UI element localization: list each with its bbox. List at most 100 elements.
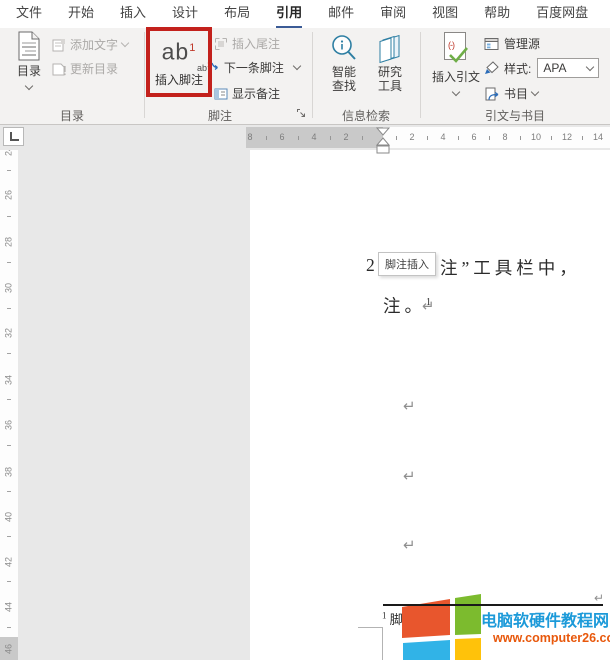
manage-sources-icon [484, 37, 500, 51]
toc-icon [17, 31, 41, 61]
paragraph-mark-icon: ↵ [403, 536, 416, 554]
add-text-button[interactable]: 添加文字 [52, 36, 128, 53]
body-text-line1-number: 2 [366, 255, 379, 276]
insert-citation-icon: (-) [441, 32, 471, 64]
group-divider [144, 32, 145, 118]
tab-home[interactable]: 开始 [55, 2, 107, 28]
v-ruler-number: 34 [4, 374, 14, 387]
v-ruler-number: 44 [4, 601, 14, 614]
v-ruler-number: 24 [4, 150, 14, 158]
v-ruler-number: 30 [4, 282, 14, 295]
smart-lookup-label-line2: 查找 [332, 79, 356, 93]
h-ruler-number: 6 [467, 132, 481, 142]
group-divider [312, 32, 313, 118]
h-ruler-number: 6 [275, 132, 289, 142]
v-ruler-number: 40 [4, 511, 14, 524]
indent-markers[interactable] [375, 127, 391, 160]
toc-button[interactable]: 目录 [8, 31, 50, 89]
smart-lookup-button[interactable]: 智能查找 [322, 33, 366, 93]
update-toc-icon [52, 62, 66, 76]
tab-layout[interactable]: 布局 [211, 2, 263, 28]
word-window: 文件 开始 插入 设计 布局 引用 邮件 审阅 视图 帮助 百度网盘 目录 [0, 0, 610, 660]
insert-endnote-button[interactable]: 插入尾注 [214, 35, 280, 52]
next-footnote-button[interactable]: ab1 下一条脚注 [197, 59, 300, 76]
manage-sources-button[interactable]: 管理源 [484, 35, 540, 52]
body-text-line2-text: 注。 [383, 296, 426, 316]
document-page[interactable]: 2 注”工具栏中， 注。1 ↵ 脚注插入 ↵ ↵ ↵ ↵ 1 脚注插入 电脑软硬… [250, 150, 610, 660]
tab-review-label: 审阅 [380, 2, 406, 29]
tab-help-label: 帮助 [484, 2, 510, 29]
paragraph-mark-icon: ↵ [422, 297, 435, 315]
tab-mailings-label: 邮件 [328, 2, 354, 29]
bibliography-button[interactable]: 书目 [484, 85, 538, 102]
tab-file-label: 文件 [16, 2, 42, 29]
bibliography-icon [484, 87, 500, 101]
h-ruler-number: 4 [307, 132, 321, 142]
v-ruler-number: 26 [4, 189, 14, 202]
insert-endnote-label: 插入尾注 [232, 35, 280, 52]
style-row: 样式: APA [484, 58, 599, 78]
update-toc-button[interactable]: 更新目录 [52, 60, 118, 77]
horizontal-ruler: 8 6 4 2 2 4 6 8 10 12 14 [246, 127, 610, 148]
tab-home-label: 开始 [68, 2, 94, 29]
group-label-research: 信息检索 [312, 107, 420, 124]
footnotes-dialog-launcher[interactable] [296, 108, 308, 120]
v-ruler-number: 46 [4, 643, 14, 656]
smart-lookup-icon [329, 33, 359, 65]
paragraph-mark-icon: ↵ [403, 397, 416, 415]
chevron-down-icon [293, 62, 301, 70]
research-tools-button[interactable]: 研究工具 [368, 33, 412, 93]
text-boundary-crop-mark [358, 627, 382, 628]
h-ruler-number: 12 [560, 132, 574, 142]
group-label-toc: 目录 [0, 107, 144, 124]
v-ruler-number: 38 [4, 466, 14, 479]
chevron-down-icon [586, 62, 594, 70]
show-notes-label: 显示备注 [232, 85, 280, 102]
insert-footnote-tooltip: 脚注插入 [378, 252, 436, 276]
insert-citation-button[interactable]: (-) 插入引文 [430, 32, 482, 95]
h-ruler-number: 8 [498, 132, 512, 142]
v-ruler-number: 32 [4, 327, 14, 340]
citation-style-value: APA [543, 61, 566, 75]
update-toc-label: 更新目录 [70, 60, 118, 77]
document-area: 24 26 28 30 32 34 36 38 40 42 44 46 8 6 … [0, 125, 610, 660]
tab-design[interactable]: 设计 [159, 2, 211, 28]
tab-file[interactable]: 文件 [3, 2, 55, 28]
green-check-icon [449, 47, 469, 63]
tab-help[interactable]: 帮助 [471, 2, 523, 28]
toc-button-label: 目录 [17, 64, 41, 78]
insert-endnote-icon [214, 37, 228, 51]
tab-mailings[interactable]: 邮件 [315, 2, 367, 28]
citation-style-select[interactable]: APA [537, 58, 599, 78]
h-ruler-number: 2 [339, 132, 353, 142]
tab-insert[interactable]: 插入 [107, 2, 159, 28]
tab-references[interactable]: 引用 [263, 2, 315, 28]
dialog-launcher-icon [296, 108, 307, 119]
tab-review[interactable]: 审阅 [367, 2, 419, 28]
tab-stop-selector[interactable] [3, 127, 24, 146]
paragraph-mark-icon: ↵ [594, 591, 604, 605]
body-text-line1: 注”工具栏中， [440, 255, 581, 280]
show-notes-button[interactable]: 显示备注 [214, 85, 280, 102]
left-tab-icon [10, 132, 19, 141]
insert-citation-label: 插入引文 [432, 70, 480, 84]
show-notes-icon [214, 87, 228, 101]
ribbon-tab-bar: 文件 开始 插入 设计 布局 引用 邮件 审阅 视图 帮助 百度网盘 [0, 0, 610, 28]
text-boundary-crop-mark [382, 627, 383, 660]
tab-baidu-netdisk[interactable]: 百度网盘 [523, 2, 601, 28]
tab-view-label: 视图 [432, 2, 458, 29]
h-ruler-number: 2 [405, 132, 419, 142]
v-ruler-number: 36 [4, 419, 14, 432]
highlight-box [146, 27, 212, 97]
tab-view[interactable]: 视图 [419, 2, 471, 28]
bibliography-label: 书目 [504, 85, 528, 102]
paragraph-mark-icon: ↵ [403, 467, 416, 485]
h-ruler-number: 14 [591, 132, 605, 142]
h-ruler-number: 4 [436, 132, 450, 142]
h-ruler-number: 10 [529, 132, 543, 142]
style-brush-icon [484, 61, 500, 75]
v-ruler-number: 28 [4, 236, 14, 249]
h-ruler-number: 8 [243, 132, 257, 142]
smart-lookup-label: 智能查找 [332, 65, 356, 93]
chevron-down-icon [121, 39, 129, 47]
